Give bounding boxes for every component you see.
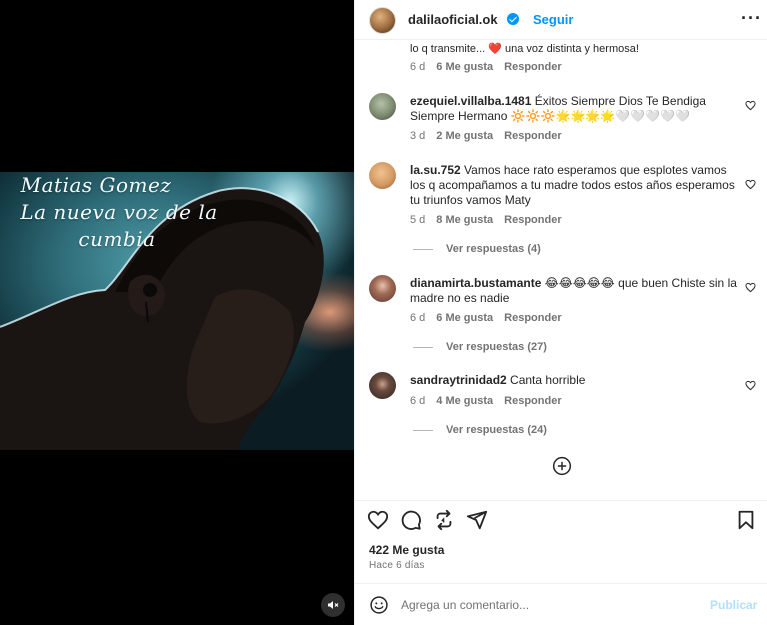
commenter-username[interactable]: ezequiel.villalba.1481 (410, 94, 531, 108)
overlay-line-1: Matias Gomez (20, 173, 172, 197)
comment-body: dianamirta.bustamante 😂😂😂😂😂 que buen Chi… (410, 276, 738, 306)
overlay-line-2: La nueva voz de la (20, 200, 218, 224)
view-replies-link[interactable]: Ver respuestas (4) (413, 243, 541, 255)
emoji-icon[interactable] (369, 595, 389, 615)
post-timestamp: Hace 6 días (369, 560, 425, 571)
like-heart-icon[interactable] (367, 509, 389, 531)
comment-likes[interactable]: 8 Me gusta (436, 214, 493, 226)
commenter-username[interactable]: la.su.752 (410, 163, 461, 177)
comment-meta: 6 d 6 Me gusta Responder (410, 312, 573, 324)
comments-list[interactable]: lo q transmite... ❤️ una voz distinta y … (355, 40, 767, 500)
comment-likes[interactable]: 6 Me gusta (436, 312, 493, 324)
comment-time: 3 d (410, 130, 426, 142)
commenter-avatar[interactable] (369, 275, 396, 302)
comment-body: sandraytrinidad2 Canta horrible (410, 373, 738, 388)
comment-bubble-icon[interactable] (400, 509, 422, 531)
commenter-username[interactable]: sandraytrinidad2 (410, 373, 507, 387)
comment-meta: 5 d 8 Me gusta Responder (410, 214, 573, 226)
comment-time: 6 d (410, 61, 426, 73)
likes-count[interactable]: 422 Me gusta (369, 543, 444, 557)
comment-time: 5 d (410, 214, 426, 226)
like-comment-heart-icon[interactable] (745, 179, 756, 190)
commenter-avatar[interactable] (369, 93, 396, 120)
load-more-comments-icon[interactable] (552, 456, 572, 476)
more-options-icon[interactable]: ··· (741, 8, 762, 29)
comment-meta: 3 d 2 Me gusta Responder (410, 130, 573, 142)
mute-button[interactable] (321, 593, 345, 617)
reply-link[interactable]: Responder (504, 395, 561, 407)
commenter-username[interactable]: dianamirta.bustamante (410, 276, 541, 290)
post-panel: dalilaoficial.ok Seguir ··· lo q transmi… (354, 0, 767, 625)
view-replies-link[interactable]: Ver respuestas (24) (413, 424, 547, 436)
comment-likes[interactable]: 2 Me gusta (436, 130, 493, 142)
comment-text: Canta horrible (510, 373, 586, 387)
post-media[interactable]: Matias Gomez La nueva voz de la cumbia (0, 0, 354, 625)
commenter-avatar[interactable] (369, 372, 396, 399)
comment-body: ezequiel.villalba.1481 Éxitos Siempre Di… (410, 94, 738, 124)
commenter-avatar[interactable] (369, 162, 396, 189)
post-header: dalilaoficial.ok Seguir ··· (355, 0, 767, 40)
share-send-icon[interactable] (466, 509, 488, 531)
follow-button[interactable]: Seguir (517, 12, 573, 27)
comment-meta: 6 d 4 Me gusta Responder (410, 395, 573, 407)
like-comment-heart-icon[interactable] (745, 100, 756, 111)
comment-time: 6 d (410, 312, 426, 324)
comment-composer: Publicar (355, 583, 767, 625)
post-actions: 422 Me gusta Hace 6 días (355, 500, 767, 582)
author-username[interactable]: dalilaoficial.ok (408, 12, 498, 27)
comment-input[interactable] (401, 595, 701, 615)
like-comment-heart-icon[interactable] (745, 380, 756, 391)
like-comment-heart-icon[interactable] (745, 282, 756, 293)
comment-body: la.su.752 Vamos hace rato esperamos que … (410, 163, 738, 208)
comment-text: lo q transmite... ❤️ una voz distinta y … (410, 43, 639, 55)
save-bookmark-icon[interactable] (735, 509, 757, 531)
author-avatar[interactable] (369, 7, 396, 34)
comment-meta: 6 d 6 Me gusta Responder (410, 61, 573, 73)
publish-button[interactable]: Publicar (710, 598, 757, 612)
comment-likes[interactable]: 6 Me gusta (436, 61, 493, 73)
overlay-line-3: cumbia (78, 227, 156, 251)
reply-link[interactable]: Responder (504, 130, 561, 142)
reply-link[interactable]: Responder (504, 312, 561, 324)
reply-link[interactable]: Responder (504, 214, 561, 226)
view-replies-link[interactable]: Ver respuestas (27) (413, 341, 547, 353)
repost-icon[interactable] (433, 509, 455, 531)
reply-link[interactable]: Responder (504, 61, 561, 73)
comment-time: 6 d (410, 395, 426, 407)
speaker-muted-icon (328, 601, 339, 609)
comment-likes[interactable]: 4 Me gusta (436, 395, 493, 407)
